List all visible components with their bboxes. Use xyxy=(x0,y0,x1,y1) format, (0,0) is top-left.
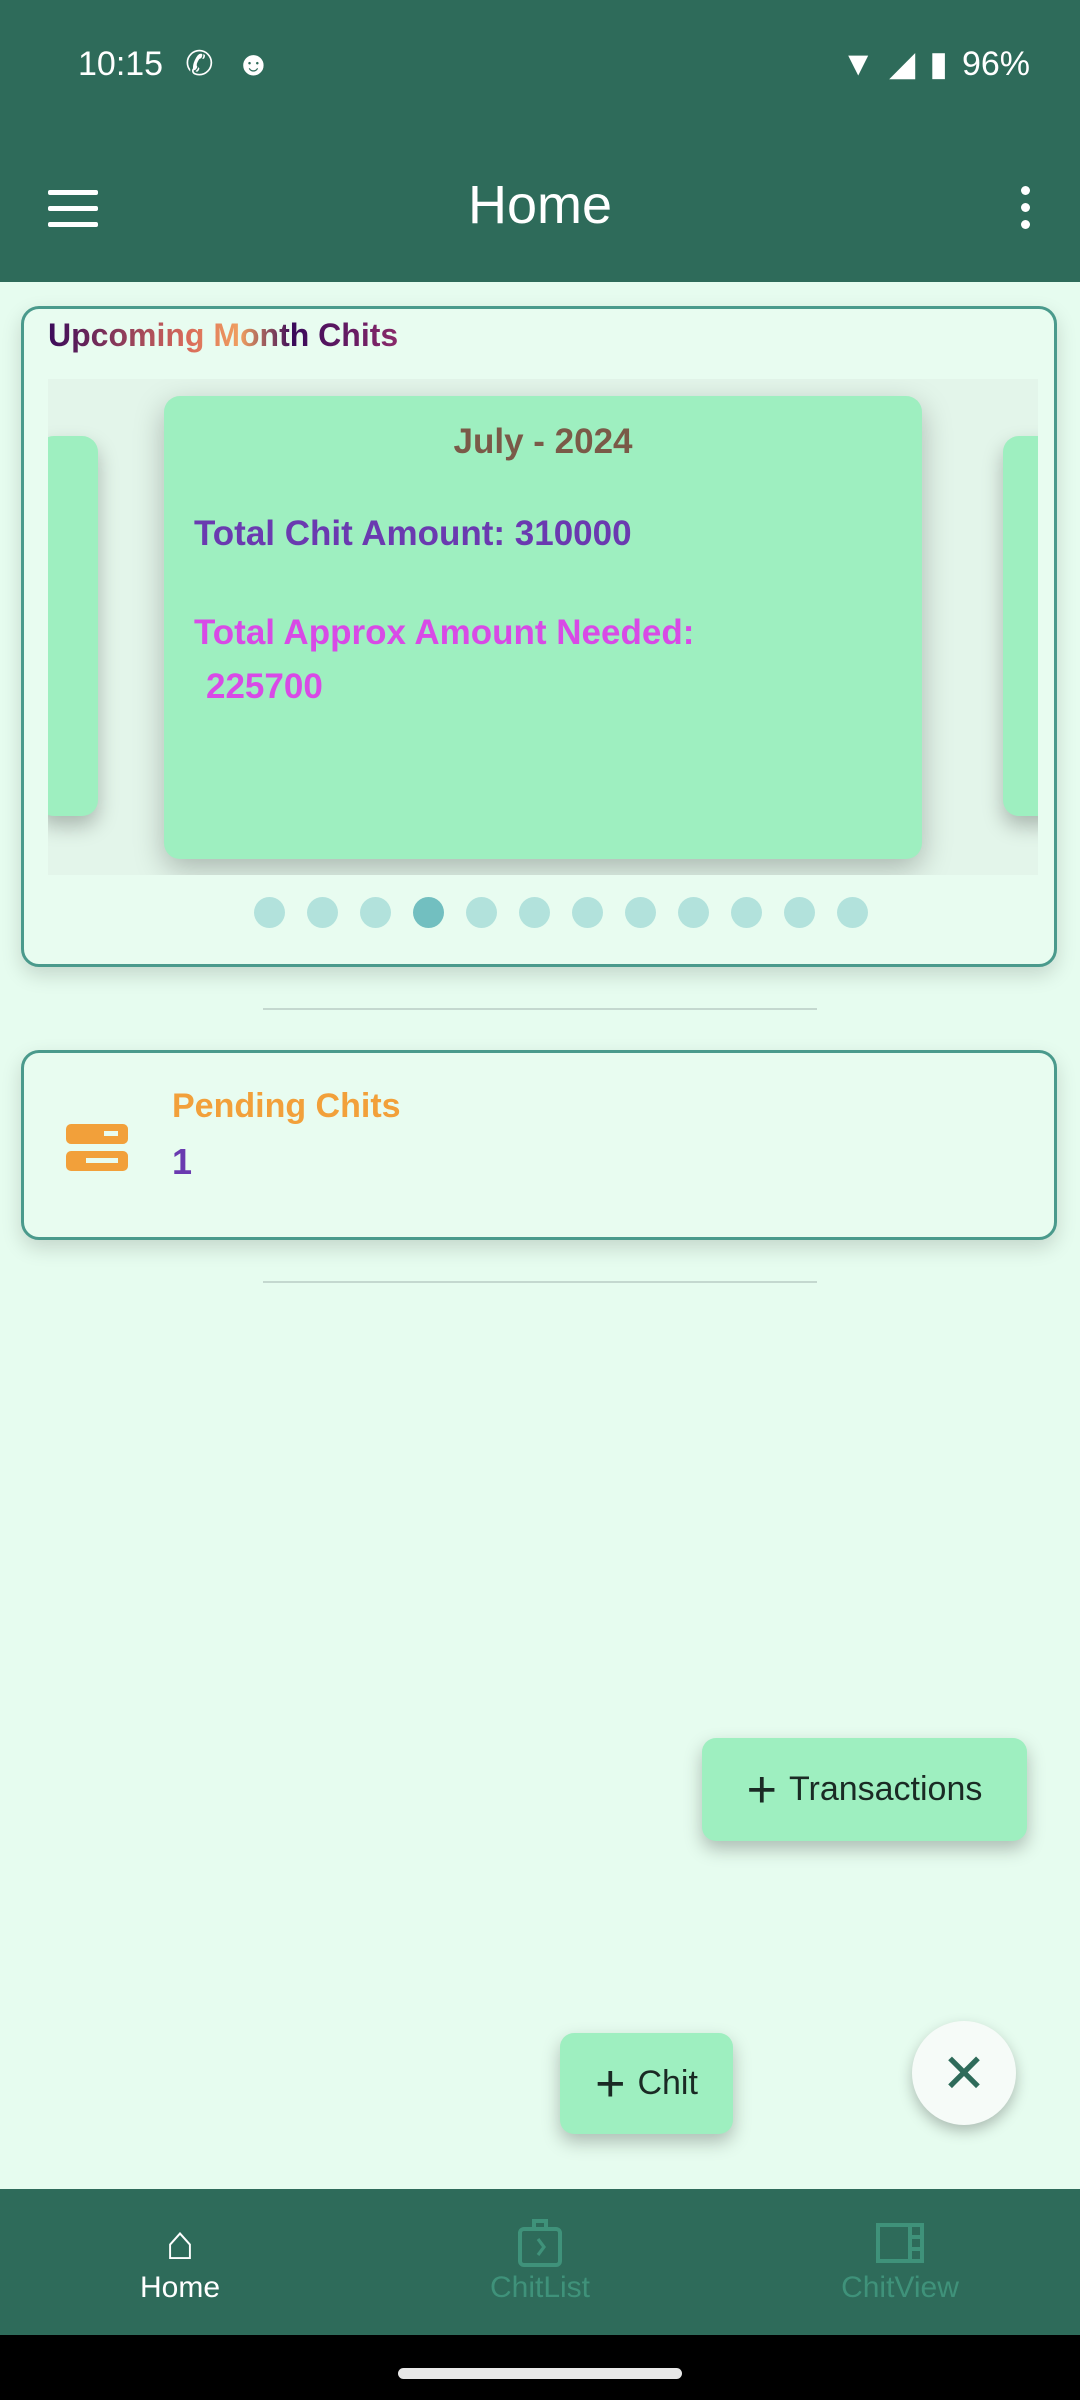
status-bar-left: 10:15 ✆ ☻ xyxy=(78,44,271,84)
total-approx-value: 225700 xyxy=(206,667,323,706)
total-approx-amount: Total Approx Amount Needed: 225700 xyxy=(194,606,892,714)
plus-icon: + xyxy=(746,1760,777,1819)
chitview-icon xyxy=(874,2217,926,2271)
chitlist-icon xyxy=(514,2217,566,2271)
previous-month-card[interactable] xyxy=(48,436,98,816)
battery-percent: 96% xyxy=(961,44,1030,83)
page-dot[interactable] xyxy=(731,897,762,928)
plus-icon: + xyxy=(595,2054,626,2113)
page-dot[interactable] xyxy=(572,897,603,928)
nav-home[interactable]: ⌂ Home xyxy=(0,2189,360,2335)
close-icon: ✕ xyxy=(941,2043,987,2104)
status-time: 10:15 xyxy=(78,44,164,83)
whatsapp-icon: ✆ xyxy=(185,45,214,83)
top-bar: 10:15 ✆ ☻ ▼ ◢ ▮ 96% Home xyxy=(0,0,1080,282)
page-indicator xyxy=(254,897,868,928)
page-dot[interactable] xyxy=(307,897,338,928)
storage-icon xyxy=(66,1124,128,1178)
chit-label: Chit xyxy=(637,2064,698,2102)
home-gesture-handle[interactable] xyxy=(398,2368,682,2379)
page-dot[interactable] xyxy=(466,897,497,928)
page-dot[interactable] xyxy=(413,897,444,928)
page-dot[interactable] xyxy=(360,897,391,928)
page-dot[interactable] xyxy=(625,897,656,928)
cat-icon: ☻ xyxy=(235,44,272,83)
page-dot[interactable] xyxy=(678,897,709,928)
add-transactions-button[interactable]: + Transactions xyxy=(702,1738,1027,1841)
nav-chitlist-label: ChitList xyxy=(489,2271,591,2304)
total-approx-label: Total Approx Amount Needed: xyxy=(194,613,695,652)
month-carousel[interactable]: July - 2024 Total Chit Amount: 310000 To… xyxy=(48,379,1038,875)
month-card[interactable]: July - 2024 Total Chit Amount: 310000 To… xyxy=(164,396,922,859)
next-month-card[interactable] xyxy=(1003,436,1038,816)
battery-charging-icon: ▮ xyxy=(929,45,948,83)
wifi-icon: ▼ xyxy=(841,44,876,83)
transactions-label: Transactions xyxy=(789,1770,983,1808)
page-dot[interactable] xyxy=(784,897,815,928)
divider xyxy=(263,1008,817,1010)
nav-chitview[interactable]: ChitView xyxy=(720,2189,1080,2335)
upcoming-month-chits-card: Upcoming Month Chits July - 2024 Total C… xyxy=(21,306,1057,967)
more-vert-icon[interactable] xyxy=(1021,186,1030,237)
bottom-navigation: ⌂ Home ChitList ChitView xyxy=(0,2189,1080,2335)
pending-chits-card[interactable]: Pending Chits 1 xyxy=(21,1050,1057,1240)
signal-icon: ◢ xyxy=(889,45,916,83)
upcoming-title: Upcoming Month Chits xyxy=(48,317,399,353)
pending-title: Pending Chits xyxy=(172,1087,401,1125)
nav-home-label: Home xyxy=(139,2271,221,2304)
page-title: Home xyxy=(467,175,613,235)
pending-count: 1 xyxy=(172,1141,193,1182)
page-dot[interactable] xyxy=(837,897,868,928)
add-chit-button[interactable]: + Chit xyxy=(560,2033,733,2134)
status-bar-right: ▼ ◢ ▮ 96% xyxy=(841,44,1030,84)
nav-chitlist[interactable]: ChitList xyxy=(360,2189,720,2335)
page-dot[interactable] xyxy=(519,897,550,928)
divider xyxy=(263,1281,817,1283)
page-dot[interactable] xyxy=(254,897,285,928)
home-icon: ⌂ xyxy=(165,2217,195,2270)
total-chit-amount: Total Chit Amount: 310000 xyxy=(194,514,632,553)
close-fab-button[interactable]: ✕ xyxy=(912,2021,1016,2125)
month-label: July - 2024 xyxy=(453,422,633,461)
nav-chitview-label: ChitView xyxy=(841,2271,959,2304)
